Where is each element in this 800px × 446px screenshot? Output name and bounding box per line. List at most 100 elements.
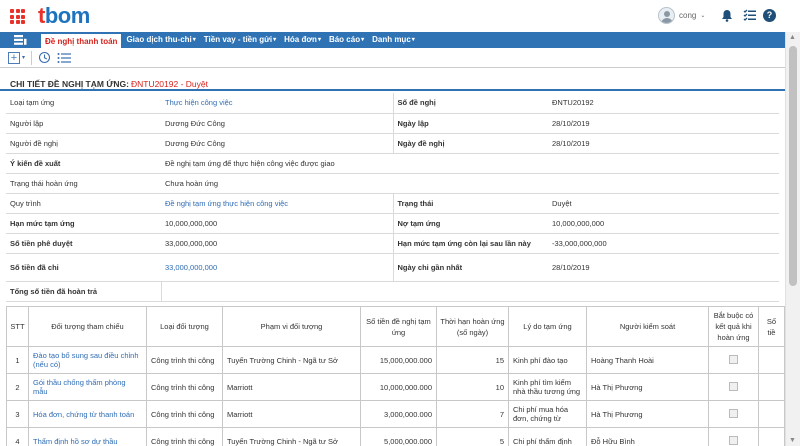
column-header[interactable]: Phạm vi đối tượng (222, 306, 361, 347)
caret-down-icon: ▾ (411, 37, 415, 43)
cell-ly-do: Kinh phí tìm kiếm nhà thầu tương ứng (508, 373, 587, 401)
cell-so-tien: 10,000,000.000 (360, 373, 437, 401)
column-header[interactable]: Lý do tạm ứng (508, 306, 587, 347)
user-menu[interactable]: cong ⌄ (658, 7, 705, 24)
app-logo[interactable]: tbom (38, 3, 90, 29)
table-row: 4 Thẩm định hồ sơ dự thầu Công trình thi… (6, 427, 785, 446)
cell-thoi-han: 7 (436, 400, 509, 428)
cell-pham-vi: Tuyến Trường Chinh - Ngã tư Sở (222, 427, 361, 446)
bell-icon[interactable] (720, 9, 734, 23)
cell-pham-vi: Tuyến Trường Chinh - Ngã tư Sở (222, 346, 361, 374)
cell-doi-tuong-link[interactable]: Hóa đơn, chứng từ thanh toán (28, 400, 147, 428)
apps-grid-icon[interactable] (10, 9, 26, 24)
cell-doi-tuong-link[interactable]: Đào tạo bổ sung sau điều chỉnh (nếu có) (28, 346, 147, 374)
cell-pham-vi: Marriott (222, 373, 361, 401)
nav-danh-muc[interactable]: Danh mục ▾ (368, 32, 419, 48)
cell-loai: Công trình thi công (146, 346, 223, 374)
cell-doi-tuong-link[interactable]: Gói thầu chống thấm phòng mẫu (28, 373, 147, 401)
scrollbar-thumb[interactable] (789, 46, 797, 286)
column-header[interactable]: Số tiề (758, 306, 785, 347)
cell-stt: 1 (6, 346, 29, 374)
field-label: Trạng thái hoàn ứng (6, 173, 161, 194)
advance-detail-table: STT Đối tượng tham chiếu Loại đối tượng … (6, 306, 785, 446)
caret-down-icon: ▾ (192, 37, 196, 43)
vertical-scrollbar[interactable]: ▲ ▼ (785, 32, 800, 446)
required-checkbox[interactable] (729, 435, 738, 445)
field-label: Người lập (6, 113, 161, 134)
column-header[interactable]: Bắt buộc có kết quả khi hoàn ứng (708, 306, 759, 347)
field-value: 33,000,000,000 (161, 233, 393, 254)
history-button[interactable] (38, 51, 51, 65)
field-value: Dương Đức Công (161, 113, 393, 134)
cell-nguoi-kiem-soat: Hà Thị Phương (586, 373, 709, 401)
scroll-up-icon[interactable]: ▲ (789, 34, 796, 41)
request-code: ĐNTU20192 - Duyệt (130, 79, 208, 89)
field-value: -33,000,000,000 (548, 233, 779, 254)
info-row: Loại tạm ứng Thực hiện công việc Số đề n… (6, 93, 779, 114)
field-value[interactable]: 33,000,000,000 (161, 253, 393, 282)
stack-icon[interactable] (0, 32, 40, 48)
field-value: Thực hiện công việc (161, 93, 393, 114)
help-icon[interactable]: ? (763, 9, 776, 22)
top-header: tbom cong ⌄ ? (0, 0, 800, 32)
field-label: Trạng thái (392, 193, 548, 214)
field-value[interactable]: Đề nghị tạm ứng thực hiện công việc (161, 193, 393, 214)
history-icon (38, 51, 51, 64)
table-row: 2 Gói thầu chống thấm phòng mẫu Công trì… (6, 373, 785, 401)
advance-info-grid: Loại tạm ứng Thực hiện công việc Số đề n… (6, 93, 779, 302)
column-header[interactable]: Loại đối tượng (146, 306, 223, 347)
field-value (160, 281, 779, 302)
nav-hoa-don[interactable]: Hóa đơn ▾ (280, 32, 325, 48)
nav-tien-vay-tien-gui[interactable]: Tiền vay - tiền gửi ▾ (200, 32, 280, 48)
cell-bat-buoc (708, 373, 759, 401)
cell-thoi-han: 5 (436, 427, 509, 446)
list-icon (57, 52, 72, 63)
cell-so-tien-hoan (758, 346, 785, 374)
cell-ly-do: Kinh phí đào tạo (508, 346, 587, 374)
nav-giao-dich-thu-chi[interactable]: Giao dịch thu-chi ▾ (122, 32, 199, 48)
column-header[interactable]: Thời hạn hoàn ứng (số ngày) (436, 306, 509, 347)
nav-bao-cao[interactable]: Báo cáo ▾ (325, 32, 368, 48)
list-view-button[interactable] (57, 51, 72, 65)
info-row: Quy trình Đề nghị tạm ứng thực hiện công… (6, 193, 779, 214)
title-divider (0, 89, 785, 91)
cell-loai: Công trình thi công (146, 400, 223, 428)
field-label: Ngày chi gần nhất (392, 253, 548, 282)
checklist-icon[interactable] (742, 9, 756, 23)
cell-loai: Công trình thi công (146, 427, 223, 446)
info-row: Trạng thái hoàn ứng Chưa hoàn ứng (6, 173, 779, 194)
required-checkbox[interactable] (729, 381, 738, 391)
cell-stt: 3 (6, 400, 29, 428)
info-row: Số tiền phê duyệt 33,000,000,000 Hạn mức… (6, 233, 779, 254)
cell-doi-tuong-link[interactable]: Thẩm định hồ sơ dự thầu (28, 427, 147, 446)
nav-de-nghi-thanh-toan[interactable]: Đề nghị thanh toán (40, 33, 123, 48)
avatar (658, 7, 675, 24)
field-label: Nợ tạm ứng (392, 213, 548, 234)
cell-nguoi-kiem-soat: Hà Thị Phương (586, 400, 709, 428)
column-header[interactable]: STT (6, 306, 29, 347)
info-row: Người đề nghị Dương Đức Công Ngày đề ngh… (6, 133, 779, 154)
field-value: 10,000,000,000 (548, 213, 779, 234)
cell-so-tien: 15,000,000.000 (360, 346, 437, 374)
cell-so-tien: 5,000,000.000 (360, 427, 437, 446)
add-button[interactable]: + ▾ (8, 51, 25, 65)
column-header[interactable]: Người kiểm soát (586, 306, 709, 347)
column-header[interactable]: Số tiền đề nghị tạm ứng (360, 306, 437, 347)
field-label: Hạn mức tạm ứng (6, 213, 161, 234)
cell-so-tien-hoan (758, 427, 785, 446)
cell-bat-buoc (708, 400, 759, 428)
table-header-row: STT Đối tượng tham chiếu Loại đối tượng … (6, 306, 785, 347)
scroll-down-icon[interactable]: ▼ (789, 437, 796, 444)
info-row: Người lập Dương Đức Công Ngày lập 28/10/… (6, 113, 779, 134)
field-label: Số tiền đã chi (6, 253, 161, 282)
cell-nguoi-kiem-soat: Đỗ Hữu Bình (586, 427, 709, 446)
cell-nguoi-kiem-soat: Hoàng Thanh Hoài (586, 346, 709, 374)
cell-so-tien-hoan (758, 373, 785, 401)
table-row: 1 Đào tạo bổ sung sau điều chỉnh (nếu có… (6, 346, 785, 374)
required-checkbox[interactable] (729, 354, 738, 364)
required-checkbox[interactable] (729, 408, 738, 418)
column-header[interactable]: Đối tượng tham chiếu (28, 306, 147, 347)
field-value: Đề nghị tạm ứng để thực hiện công việc đ… (161, 153, 779, 174)
cell-pham-vi: Marriott (222, 400, 361, 428)
field-label: Số tiền phê duyệt (6, 233, 161, 254)
